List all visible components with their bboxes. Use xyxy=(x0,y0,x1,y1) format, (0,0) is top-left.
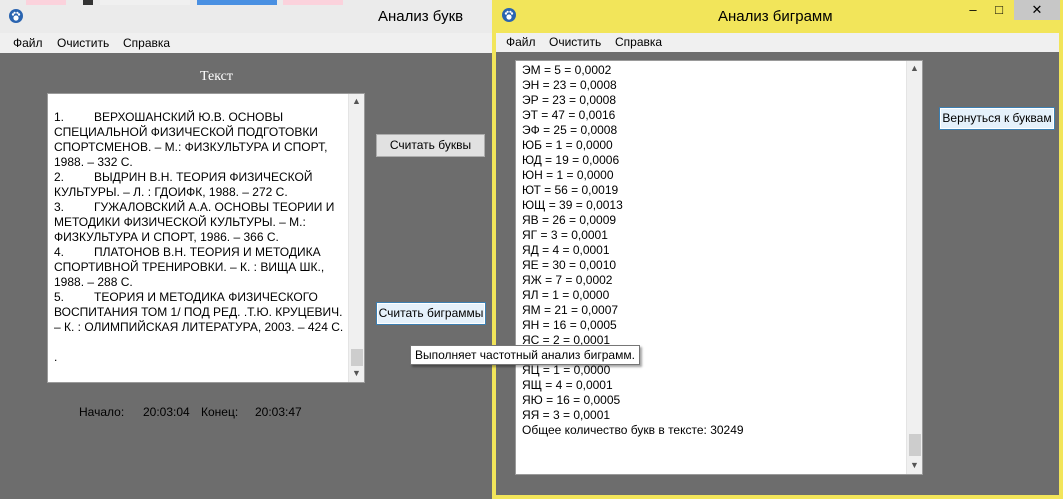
scroll-up-icon[interactable]: ▲ xyxy=(349,94,364,109)
scroll-thumb[interactable] xyxy=(909,434,921,456)
menu-file[interactable]: Файл xyxy=(506,35,536,49)
back-to-letters-button[interactable]: Вернуться к буквам xyxy=(939,107,1055,130)
bigram-tooltip: Выполняет частотный анализ биграмм. xyxy=(410,345,640,365)
bigram-line: ЭФ = 25 = 0,0008 xyxy=(522,123,618,137)
text-input[interactable]: 1. ВЕРХОШАНСКИЙ Ю.В. ОСНОВЫ СПЕЦИАЛЬНОЙ … xyxy=(47,93,365,383)
bigram-line: ЯГ = 3 = 0,0001 xyxy=(522,228,608,242)
taskbar-strip xyxy=(100,0,190,5)
bigram-line: ЯМ = 21 = 0,0007 xyxy=(522,303,619,317)
menu-help[interactable]: Справка xyxy=(615,35,662,49)
menu-help[interactable]: Справка xyxy=(123,36,170,50)
scroll-up-icon[interactable]: ▲ xyxy=(907,61,922,76)
start-label: Начало: xyxy=(79,405,125,419)
bigram-line: ЭТ = 47 = 0,0016 xyxy=(522,108,616,122)
menu-clear[interactable]: Очистить xyxy=(549,35,601,49)
bigram-line: ЯВ = 26 = 0,0009 xyxy=(522,213,617,227)
close-button[interactable]: ✕ xyxy=(1014,0,1060,20)
bigram-line: ЮБ = 1 = 0,0000 xyxy=(522,138,613,152)
bigram-line: ЯЖ = 7 = 0,0002 xyxy=(522,273,613,287)
bigram-line: ЯЕ = 30 = 0,0010 xyxy=(522,258,617,272)
bigram-line: ЮД = 19 = 0,0006 xyxy=(522,153,620,167)
menu-file[interactable]: Файл xyxy=(13,36,43,50)
bigram-line: ЯЯ = 3 = 0,0001 xyxy=(522,408,611,422)
bigram-line: ЭН = 23 = 0,0008 xyxy=(522,78,617,92)
taskbar-strip xyxy=(197,0,277,5)
bigram-list: ЭМ = 5 = 0,0002 ЭН = 23 = 0,0008 ЭР = 23… xyxy=(522,63,902,438)
scroll-down-icon[interactable]: ▼ xyxy=(349,366,364,381)
bigram-line: ЭМ = 5 = 0,0002 xyxy=(522,63,612,77)
bigram-output-text[interactable]: ЭМ = 5 = 0,0002 ЭН = 23 = 0,0008 ЭР = 23… xyxy=(515,60,923,475)
maximize-button[interactable]: □ xyxy=(986,0,1012,20)
app-paw-icon[interactable] xyxy=(9,9,23,23)
total-letters-line: Общее количество букв в тексте: 30249 xyxy=(522,423,744,437)
vertical-scrollbar[interactable]: ▲ ▼ xyxy=(348,94,364,382)
scroll-down-icon[interactable]: ▼ xyxy=(907,458,922,473)
bigram-line: ЯЛ = 1 = 0,0000 xyxy=(522,288,610,302)
taskbar-strip xyxy=(283,0,343,5)
taskbar-strip xyxy=(83,0,93,5)
text-label: Текст xyxy=(200,69,234,84)
menu-bar: Файл Очистить Справка xyxy=(496,33,1059,52)
app-paw-icon[interactable] xyxy=(502,8,516,22)
text-content: 1. ВЕРХОШАНСКИЙ Ю.В. ОСНОВЫ СПЕЦИАЛЬНОЙ … xyxy=(54,110,344,364)
menu-clear[interactable]: Очистить xyxy=(57,36,109,50)
count-bigrams-button[interactable]: Считать биграммы xyxy=(376,302,486,325)
bigram-line: ЯЩ = 4 = 0,0001 xyxy=(522,378,613,392)
count-letters-button[interactable]: Считать буквы xyxy=(376,134,485,157)
bigram-line: ЮЩ = 39 = 0,0013 xyxy=(522,198,623,212)
bigram-line: ЭР = 23 = 0,0008 xyxy=(522,93,617,107)
bigram-line: ЮТ = 56 = 0,0019 xyxy=(522,183,619,197)
bigram-line: ЯЮ = 16 = 0,0005 xyxy=(522,393,621,407)
window-title: Анализ букв xyxy=(378,8,464,25)
minimize-button[interactable]: – xyxy=(960,0,986,20)
letter-analysis-window: Анализ букв Файл Очистить Справка Текст … xyxy=(0,0,492,499)
bigram-line: ЯЦ = 1 = 0,0000 xyxy=(522,363,611,377)
bigram-line: ЮН = 1 = 0,0000 xyxy=(522,168,614,182)
taskbar-strip xyxy=(26,0,66,5)
start-time: 20:03:04 xyxy=(143,405,190,419)
menu-bar: Файл Очистить Справка xyxy=(0,33,492,53)
vertical-scrollbar[interactable]: ▲ ▼ xyxy=(906,61,922,474)
end-time: 20:03:47 xyxy=(255,405,302,419)
scroll-thumb[interactable] xyxy=(351,349,363,366)
end-label: Конец: xyxy=(201,405,239,419)
window-title: Анализ биграмм xyxy=(718,8,833,25)
bigram-line: ЯН = 16 = 0,0005 xyxy=(522,318,617,332)
bigram-line: ЯД = 4 = 0,0001 xyxy=(522,243,610,257)
